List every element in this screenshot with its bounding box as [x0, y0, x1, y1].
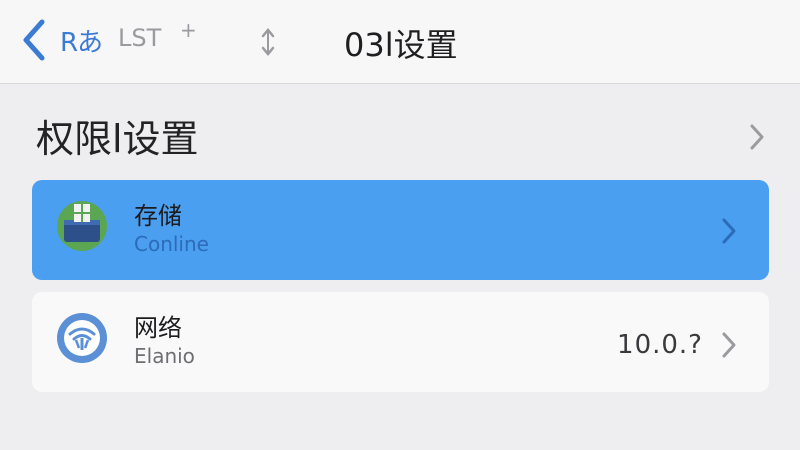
list-item-subtitle: Conline	[134, 232, 209, 256]
list-item-value: 10.0.?	[617, 330, 703, 360]
permission-settings-row[interactable]: 权限l设置	[0, 100, 800, 164]
chevron-right-icon	[722, 332, 736, 358]
sort-arrows-icon[interactable]	[258, 24, 278, 60]
section-title: 权限l设置	[36, 117, 199, 161]
page-title: 03l设置	[344, 26, 458, 64]
wifi-icon	[57, 313, 107, 363]
list-item-storage[interactable]: 存储 Conline	[32, 180, 769, 280]
list-item-network[interactable]: 网络 Elanio 10.0.?	[32, 292, 769, 392]
back-chevron-icon[interactable]	[20, 18, 50, 62]
add-icon[interactable]: +	[180, 18, 197, 42]
nav-secondary-label: LST	[118, 24, 162, 52]
storage-drive-icon	[57, 201, 107, 251]
list-item-subtitle: Elanio	[134, 344, 195, 368]
chevron-right-icon	[750, 124, 764, 150]
list-item-title: 存储	[134, 202, 182, 230]
back-button-label[interactable]: Rあ	[60, 22, 103, 59]
list-item-title: 网络	[134, 314, 182, 342]
chevron-right-icon	[722, 218, 736, 244]
navigation-bar: Rあ LST + 03l设置	[0, 0, 800, 84]
